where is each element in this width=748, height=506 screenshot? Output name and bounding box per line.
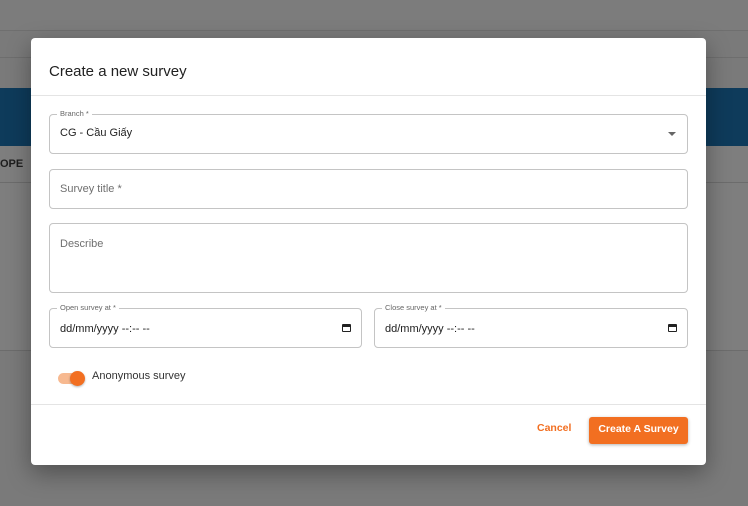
close-survey-label: Close survey at * [382, 303, 445, 313]
calendar-icon[interactable] [668, 324, 677, 332]
calendar-icon[interactable] [342, 324, 351, 332]
header-divider [31, 95, 706, 96]
survey-title-placeholder: Survey title * [60, 183, 122, 195]
chevron-down-icon [668, 132, 676, 136]
open-survey-datetime-input[interactable]: Open survey at * dd/mm/yyyy --:-- -- [49, 303, 362, 348]
cancel-button[interactable]: Cancel [537, 422, 571, 434]
describe-textarea[interactable]: Describe [49, 223, 688, 293]
anonymous-survey-toggle[interactable] [58, 371, 86, 386]
background-column-header: OPE [0, 158, 24, 170]
open-survey-value: dd/mm/yyyy --:-- -- [60, 323, 150, 335]
create-survey-button[interactable]: Create A Survey [589, 417, 688, 444]
close-survey-datetime-input[interactable]: Close survey at * dd/mm/yyyy --:-- -- [374, 303, 688, 348]
close-survey-value: dd/mm/yyyy --:-- -- [385, 323, 475, 335]
branch-select[interactable]: Branch * CG - Cầu Giấy [49, 109, 688, 154]
branch-label: Branch * [57, 109, 92, 119]
dialog-title: Create a new survey [49, 63, 187, 80]
branch-value: CG - Cầu Giấy [60, 127, 133, 139]
describe-placeholder: Describe [60, 238, 104, 250]
create-survey-dialog: Create a new survey Branch * CG - Cầu Gi… [31, 38, 706, 465]
footer-divider [31, 404, 706, 405]
survey-title-input[interactable]: Survey title * [49, 169, 688, 209]
toggle-thumb [70, 371, 85, 386]
open-survey-label: Open survey at * [57, 303, 119, 313]
background-top-bar [0, 0, 748, 31]
anonymous-survey-label: Anonymous survey [92, 370, 186, 382]
